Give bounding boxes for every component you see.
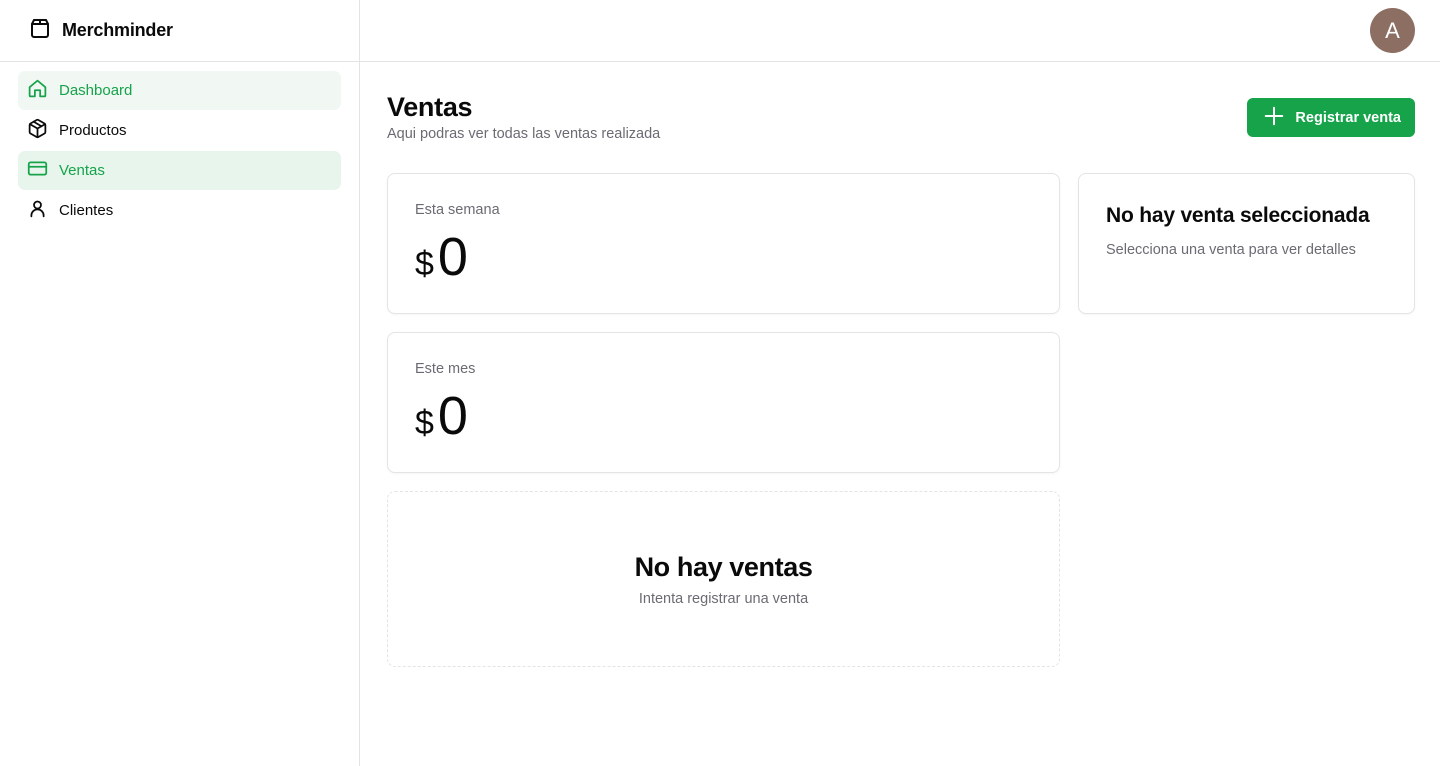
empty-state-title: No hay ventas	[634, 551, 813, 582]
stat-currency: $	[415, 404, 434, 442]
brand-name: Merchminder	[62, 20, 173, 40]
stat-currency: $	[415, 245, 434, 283]
detail-panel-title: No hay venta seleccionada	[1106, 204, 1370, 227]
user-icon	[27, 198, 48, 223]
credit-card-icon	[27, 158, 48, 183]
app-root: Merchminder Dashboard Productos Ventas C…	[0, 0, 1440, 766]
home-icon	[27, 78, 48, 103]
page-header: Ventas Aqui podras ver todas las ventas …	[387, 92, 1415, 142]
sidebar-item-label: Clientes	[59, 202, 114, 219]
stat-card-week: Esta semana $ 0	[387, 173, 1060, 314]
stats-column: Esta semana $ 0 Este mes $ 0 No hay vent…	[387, 173, 1060, 667]
page-subtitle: Aqui podras ver todas las ventas realiza…	[387, 126, 661, 142]
stat-value: $ 0	[415, 230, 1032, 284]
sidebar-item-ventas[interactable]: Ventas	[18, 151, 341, 190]
package-box-icon	[28, 16, 52, 45]
stat-amount: 0	[437, 227, 468, 287]
content-grid: Esta semana $ 0 Este mes $ 0 No hay vent…	[387, 173, 1415, 667]
stat-label: Esta semana	[415, 202, 500, 218]
sidebar-item-label: Dashboard	[59, 82, 133, 99]
sales-empty-state: No hay ventas Intenta registrar una vent…	[387, 491, 1060, 667]
brand[interactable]: Merchminder	[0, 0, 359, 62]
cube-icon	[27, 118, 48, 143]
main-area: A Ventas Aqui podras ver todas las venta…	[360, 0, 1440, 766]
avatar[interactable]: A	[1370, 8, 1415, 53]
topbar: A	[360, 0, 1440, 62]
page-heading: Ventas Aqui podras ver todas las ventas …	[387, 92, 660, 142]
stat-label: Este mes	[415, 361, 476, 377]
register-sale-label: Registrar venta	[1295, 109, 1401, 126]
sidebar-item-dashboard[interactable]: Dashboard	[18, 71, 341, 110]
register-sale-button[interactable]: Registrar venta	[1247, 98, 1415, 137]
sidebar-item-productos[interactable]: Productos	[18, 111, 341, 150]
sidebar-nav: Dashboard Productos Ventas Clientes	[0, 62, 359, 239]
empty-state-subtitle: Intenta registrar una venta	[638, 590, 809, 607]
stat-card-month: Este mes $ 0	[387, 332, 1060, 473]
sidebar-item-label: Ventas	[59, 162, 105, 179]
plus-icon	[1263, 105, 1285, 131]
sale-detail-panel: No hay venta seleccionada Selecciona una…	[1078, 173, 1415, 314]
avatar-initial: A	[1385, 17, 1400, 43]
sidebar: Merchminder Dashboard Productos Ventas C…	[0, 0, 360, 766]
stat-value: $ 0	[415, 389, 1032, 443]
page-content: Ventas Aqui podras ver todas las ventas …	[360, 62, 1440, 667]
detail-panel-subtitle: Selecciona una venta para ver detalles	[1106, 242, 1356, 258]
page-title: Ventas	[387, 92, 473, 122]
sidebar-item-label: Productos	[59, 122, 127, 139]
sidebar-item-clientes[interactable]: Clientes	[18, 191, 341, 230]
stat-amount: 0	[437, 386, 468, 446]
